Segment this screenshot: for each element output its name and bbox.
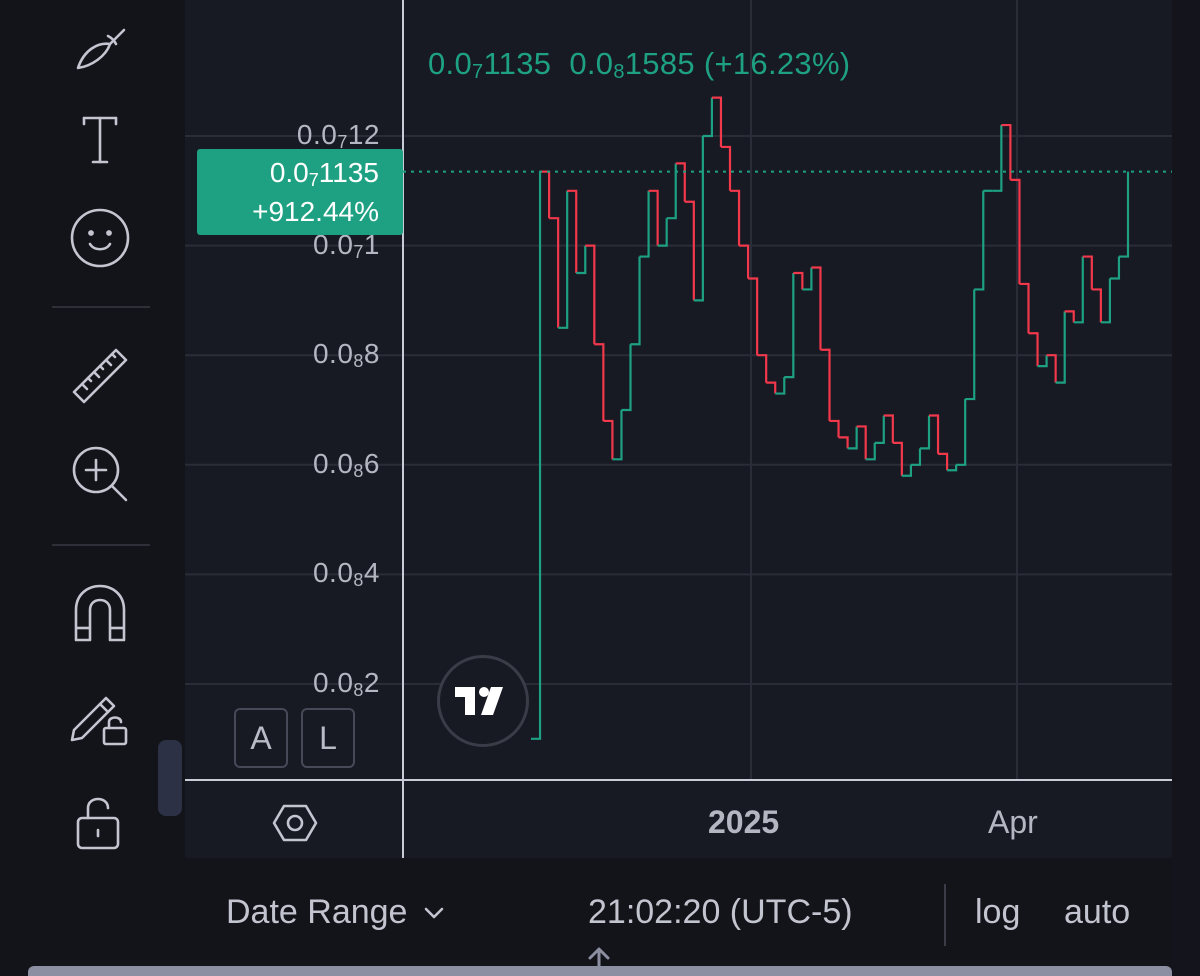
tradingview-logo-icon bbox=[455, 687, 503, 715]
price-segment bbox=[965, 289, 976, 401]
price-segment bbox=[892, 441, 903, 476]
price-segment bbox=[1028, 332, 1039, 367]
ohlc-legend: 0.071135 0.081585 (+16.23%) bbox=[428, 46, 850, 84]
price-segment bbox=[1082, 255, 1093, 290]
current-price-value: 0.071135 bbox=[269, 157, 379, 190]
home-indicator-bar bbox=[28, 966, 1172, 976]
log-button[interactable]: log bbox=[975, 893, 1020, 932]
price-segment bbox=[883, 414, 894, 443]
tradingview-logo-button[interactable] bbox=[437, 655, 529, 747]
price-segment bbox=[612, 410, 623, 461]
price-segment bbox=[1064, 310, 1075, 323]
price-segment bbox=[919, 415, 931, 450]
log-scale-button[interactable]: L bbox=[301, 708, 355, 768]
price-segment bbox=[639, 190, 650, 258]
price-segment bbox=[1046, 354, 1057, 383]
price-axis-label: 0.082 bbox=[312, 667, 380, 700]
price-segment bbox=[820, 348, 831, 421]
chevron-down-icon bbox=[425, 907, 444, 918]
price-axis-label: 0.086 bbox=[312, 447, 380, 481]
auto-scale-button[interactable]: A bbox=[234, 708, 288, 768]
price-segment bbox=[1109, 256, 1121, 280]
price-segment bbox=[748, 277, 759, 356]
price-segment bbox=[766, 381, 777, 394]
price-segment bbox=[865, 442, 876, 461]
price-segment bbox=[675, 162, 686, 202]
price-segment bbox=[784, 273, 795, 379]
price-segment bbox=[711, 96, 723, 147]
price-segment bbox=[1073, 256, 1084, 324]
price-axis-label: 0.0712 bbox=[296, 119, 380, 152]
price-segment bbox=[576, 245, 587, 275]
price-segment bbox=[684, 200, 695, 301]
legend-change: 0.081585 bbox=[569, 46, 695, 83]
price-segment bbox=[956, 399, 967, 466]
price-segment bbox=[603, 419, 614, 460]
legend-change-pct: (+16.23%) bbox=[703, 46, 851, 81]
price-segment bbox=[702, 97, 714, 138]
price-segment bbox=[1118, 171, 1130, 258]
date-range-label: Date Range bbox=[226, 893, 408, 931]
price-segment bbox=[1091, 288, 1102, 323]
bottom-divider bbox=[944, 884, 946, 946]
legend-close: 0.071135 bbox=[428, 46, 552, 83]
auto-button[interactable]: auto bbox=[1064, 893, 1130, 932]
price-segment bbox=[648, 189, 659, 246]
price-segment bbox=[901, 464, 913, 477]
price-segment bbox=[1055, 311, 1066, 384]
price-segment bbox=[838, 436, 849, 449]
price-segment bbox=[856, 425, 867, 460]
price-segment bbox=[567, 189, 578, 273]
price-segment bbox=[811, 266, 822, 350]
price-segment bbox=[775, 377, 786, 395]
timezone-clock[interactable]: 21:02:20 (UTC-5) bbox=[588, 893, 853, 932]
price-segment bbox=[974, 190, 985, 291]
current-price-badge: 0.071135 +912.44% bbox=[197, 149, 403, 235]
price-segment bbox=[829, 419, 840, 438]
price-segment bbox=[549, 217, 560, 328]
price-segment bbox=[874, 415, 885, 444]
time-axis-label-2025: 2025 bbox=[708, 804, 780, 840]
price-segment bbox=[730, 189, 741, 246]
price-segment bbox=[847, 426, 858, 450]
current-price-change: +912.44% bbox=[252, 196, 379, 227]
price-segment bbox=[693, 136, 704, 302]
price-segment bbox=[531, 171, 542, 740]
price-segment bbox=[585, 244, 596, 345]
price-segment bbox=[558, 190, 569, 329]
price-segment bbox=[621, 344, 632, 412]
date-range-button[interactable]: Date Range bbox=[226, 893, 445, 932]
price-segment bbox=[540, 170, 551, 219]
price-segment bbox=[929, 414, 940, 454]
price-segment bbox=[1019, 282, 1030, 334]
price-segment bbox=[1100, 278, 1112, 324]
price-segment bbox=[938, 452, 949, 471]
price-segment bbox=[1037, 355, 1048, 368]
chart-settings-icon[interactable] bbox=[270, 798, 320, 848]
price-segment bbox=[802, 267, 813, 291]
price-axis-label: 0.088 bbox=[312, 338, 380, 372]
price-axis-label: 0.084 bbox=[312, 557, 380, 591]
price-segment bbox=[757, 354, 768, 383]
price-segment bbox=[1010, 178, 1021, 284]
price-segment bbox=[910, 448, 922, 466]
price-segment bbox=[720, 145, 732, 191]
price-segment bbox=[793, 271, 804, 290]
price-segment bbox=[992, 125, 1003, 192]
time-axis-label-apr: Apr bbox=[988, 804, 1038, 840]
price-segment bbox=[739, 244, 750, 279]
price-segment bbox=[630, 256, 641, 346]
price-segment bbox=[657, 218, 668, 247]
